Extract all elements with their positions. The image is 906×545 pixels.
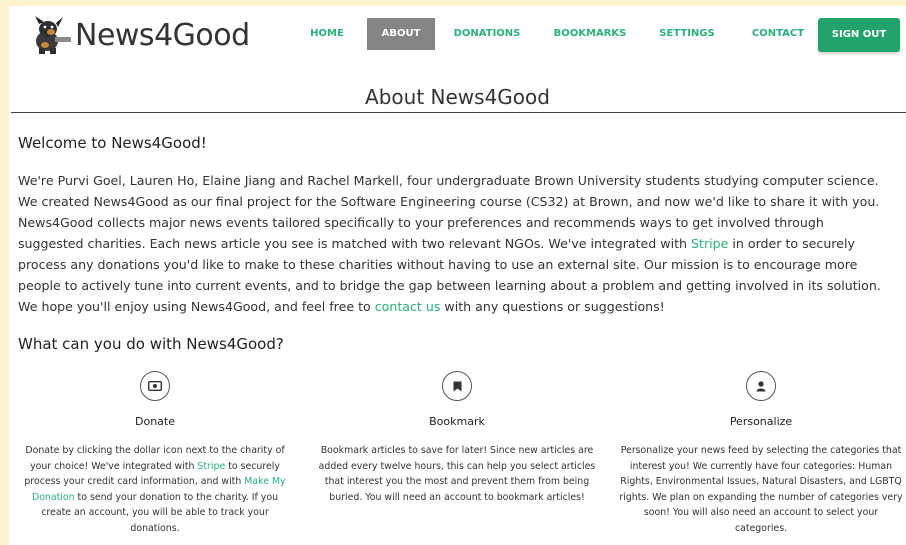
feature-text: Bookmark articles to save for later! Sin… — [318, 445, 596, 503]
title-wrap: About News4Good — [9, 85, 906, 113]
feature-donate: Donate Donate by clicking the dollar ico… — [17, 371, 293, 536]
intro-paragraph: We're Purvi Goel, Lauren Ho, Elaine Jian… — [18, 170, 890, 317]
contact-us-link[interactable]: contact us — [375, 299, 441, 314]
navbar: News4Good HOME ABOUT DONATIONS BOOKMARKS… — [9, 6, 906, 64]
nav-contact[interactable]: CONTACT — [733, 18, 823, 50]
sign-out-button[interactable]: SIGN OUT — [818, 18, 900, 52]
intro-text-3: with any questions or suggestions! — [440, 299, 665, 314]
page-title: About News4Good — [365, 85, 550, 109]
nav-donations[interactable]: DONATIONS — [435, 18, 539, 50]
title-divider — [11, 112, 906, 113]
bookmark-icon — [442, 371, 472, 401]
feature-text: Donate by clicking the dollar icon next … — [17, 443, 293, 536]
brand-name: News4Good — [75, 17, 250, 53]
logo[interactable]: News4Good — [31, 14, 250, 56]
welcome-heading: Welcome to News4Good! — [18, 134, 207, 152]
feature-title: Bookmark — [429, 415, 485, 428]
user-icon — [746, 371, 776, 401]
feature-bookmark: Bookmark Bookmark articles to save for l… — [316, 371, 598, 505]
dollar-icon — [140, 371, 170, 401]
feature-personalize: Personalize Personalize your news feed b… — [617, 371, 905, 536]
page: News4Good HOME ABOUT DONATIONS BOOKMARKS… — [9, 6, 906, 545]
nav-home[interactable]: HOME — [287, 18, 367, 50]
donate-text-3: to send your donation to the charity. If… — [41, 491, 279, 534]
donate-stripe-link[interactable]: Stripe — [197, 461, 225, 472]
feature-text: Personalize your news feed by selecting … — [619, 445, 903, 534]
feature-title: Donate — [135, 415, 175, 428]
nav-links: HOME ABOUT DONATIONS BOOKMARKS SETTINGS … — [287, 18, 823, 50]
nav-bookmarks[interactable]: BOOKMARKS — [539, 18, 641, 50]
stripe-link[interactable]: Stripe — [691, 236, 728, 251]
feature-title: Personalize — [729, 415, 793, 428]
nav-settings[interactable]: SETTINGS — [641, 18, 733, 50]
features-heading: What can you do with News4Good? — [18, 335, 284, 353]
nav-about[interactable]: ABOUT — [367, 18, 435, 50]
dog-logo-icon — [35, 16, 71, 54]
